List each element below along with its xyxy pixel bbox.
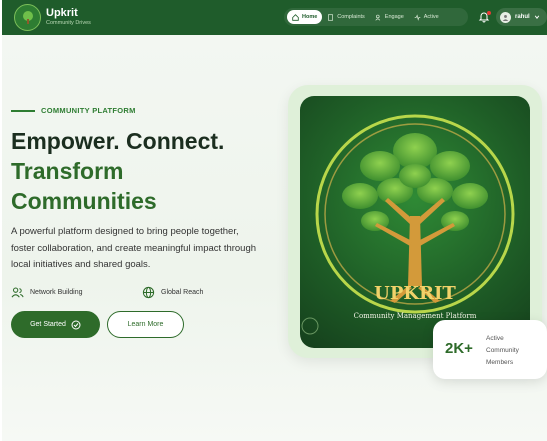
hero-title-line1: Empower. Connect.	[11, 128, 225, 154]
get-started-label: Get Started	[30, 321, 66, 328]
top-navbar: Upkrit Community Drives Home Complaints …	[2, 0, 547, 35]
brand-subtitle: Community Drives	[46, 20, 91, 26]
user-icon	[502, 14, 509, 21]
nav-engage[interactable]: Engage	[370, 10, 409, 24]
document-icon	[328, 13, 334, 21]
logo-tagline: Community Management Platform	[354, 312, 477, 320]
tree-icon	[22, 10, 33, 24]
nav-home[interactable]: Home	[287, 10, 323, 24]
eyebrow-divider	[11, 110, 35, 112]
tree-logo-art: UPKRIT Community Management Platform	[301, 114, 515, 335]
hero-description: A powerful platform designed to bring pe…	[11, 226, 257, 270]
stat-card: 2K+ Active Community Members	[433, 320, 547, 379]
activity-icon	[414, 13, 421, 21]
brand-name[interactable]: Upkrit	[46, 7, 78, 19]
nav-complaints[interactable]: Complaints	[322, 10, 370, 24]
brand-logo[interactable]	[14, 4, 41, 31]
chevron-down-icon	[534, 15, 539, 19]
feature-global-reach: Global Reach	[142, 286, 203, 299]
eyebrow-text: COMMUNITY PLATFORM	[41, 106, 136, 115]
globe-icon	[142, 286, 155, 299]
learn-more-label: Learn More	[127, 321, 164, 328]
avatar	[500, 11, 511, 23]
stat-label: Active Community Members	[486, 335, 519, 366]
hero-title-line2: Transform Communities	[11, 158, 157, 214]
stat-value: 2K+	[445, 340, 473, 357]
get-started-button[interactable]: Get Started	[11, 311, 100, 338]
check-circle-icon	[71, 320, 81, 329]
notification-badge	[487, 11, 491, 15]
learn-more-button[interactable]: Learn More	[107, 311, 184, 338]
nav-home-label: Home	[302, 14, 318, 20]
nav-complaints-label: Complaints	[337, 14, 365, 20]
main-nav: Home Complaints Engage Active	[284, 8, 468, 26]
nav-engage-label: Engage	[384, 14, 404, 20]
feature-global-label: Global Reach	[161, 289, 204, 296]
logo-word: UPKRIT	[374, 283, 456, 304]
upkrit-logo-image: UPKRIT Community Management Platform	[300, 96, 530, 348]
feature-network-building: Network Building	[11, 286, 83, 299]
feature-network-label: Network Building	[30, 289, 83, 296]
users-icon	[375, 14, 380, 21]
user-menu[interactable]: rahul	[496, 8, 547, 26]
users-icon	[11, 287, 24, 298]
user-name: rahul	[515, 14, 530, 20]
home-icon	[292, 13, 299, 21]
nav-active-label: Active	[423, 14, 439, 20]
nav-active[interactable]: Active	[409, 10, 444, 24]
